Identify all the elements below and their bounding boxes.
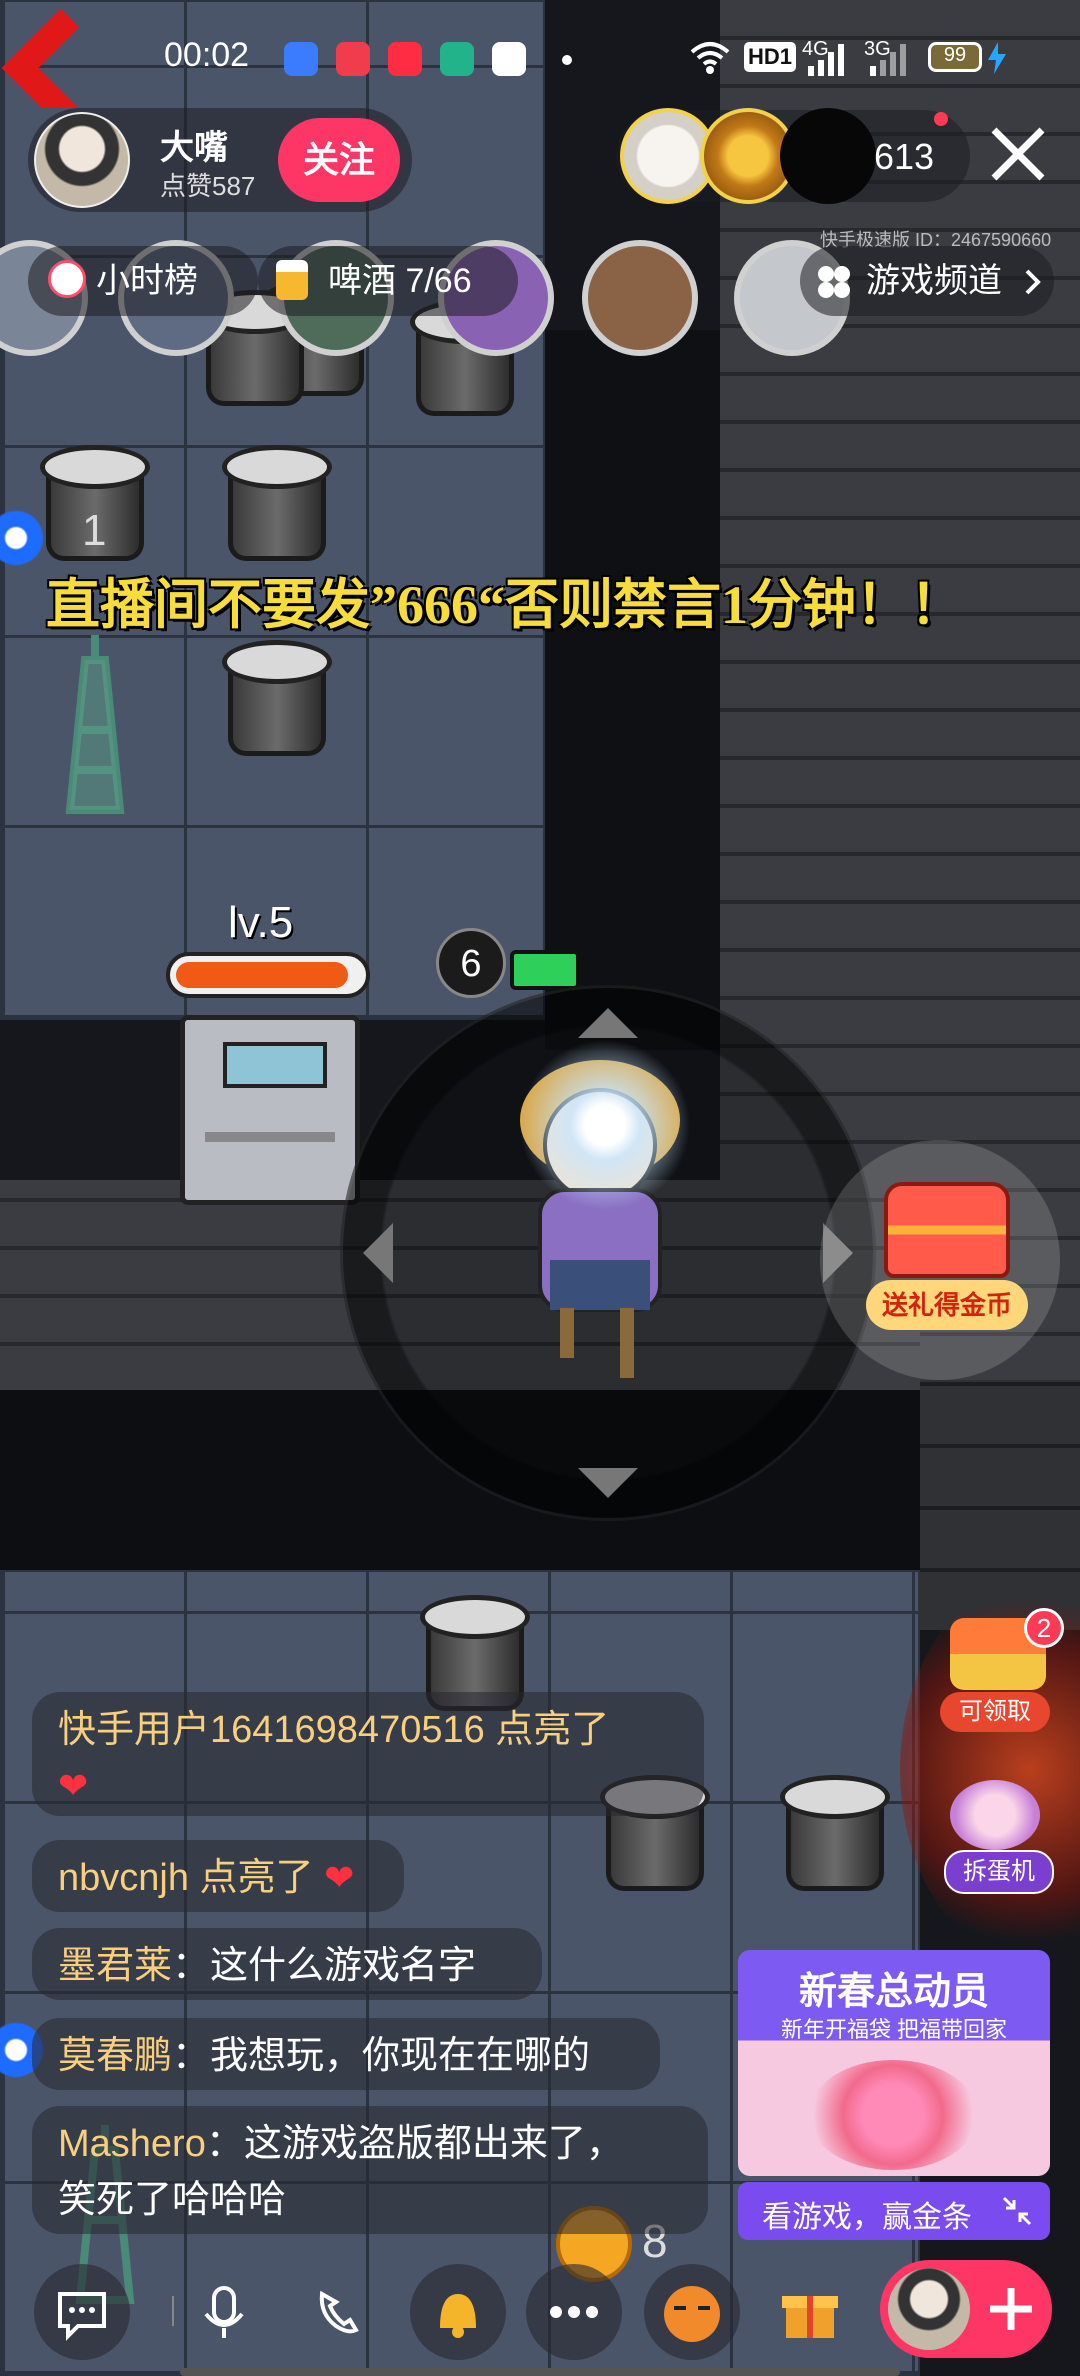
gift-box-button[interactable]: 送礼得金币 [820,1140,1060,1380]
promo-subtitle: 新年开福袋 把福带回家 [780,2017,1008,2042]
flash-effect [520,1040,690,1210]
bucket [780,1775,890,1895]
close-icon[interactable] [990,126,1046,182]
promo-cta-label: 看游戏，赢金条 [762,2201,972,2234]
tiger-gift-button[interactable] [644,2264,740,2360]
comment-item: 墨君莱：这什么游戏名字 [32,1928,542,2000]
chat-button[interactable] [34,2264,130,2360]
treasure-chest-icon [884,1182,1010,1278]
comment-text: 点亮了 [188,1857,314,1899]
notification-dot [562,55,572,65]
door-machine [180,1015,360,1205]
comment-username: 快手用户1641698470516 [58,1709,485,1751]
clover-icon [816,264,852,300]
wifi-icon [690,40,730,74]
battery-icon: 99 [928,42,982,72]
comment-item: 莫春鹏：我想玩，你现在在哪的 [32,2018,660,2090]
divider [172,2296,174,2326]
signal-icon [870,44,906,76]
promo-title: 新春总动员 [798,1971,989,2013]
egg-machine-icon [950,1780,1040,1850]
battery-level: 99 [943,44,967,66]
clock-icon [48,260,86,298]
viewer-avatar[interactable] [780,108,876,204]
announcement-text: 直播间不要发”666“否则禁言1分钟！！ [46,575,964,635]
claim-label: 可领取 [940,1692,1050,1732]
heart-icon: ❤ [324,1857,355,1898]
comment-username: Mashero [58,2123,206,2165]
more-button[interactable] [526,2264,622,2360]
clock: 00:02 [164,36,250,74]
beer-label: 啤酒 7/66 [328,262,472,300]
heart-icon: ❤ [58,1765,89,1806]
comment-item: Mashero：这游戏盗版都出来了， 笑死了哈哈哈 [32,2106,708,2234]
back-arrow-icon[interactable] [0,8,90,108]
plus-icon [984,2282,1038,2336]
comment-username: nbvcnjh [58,1857,189,1899]
beer-tag[interactable]: 啤酒 7/66 [258,246,518,316]
streamer-name: 大嘴 [160,129,228,167]
hd-badge: HD1 [744,42,797,72]
promo-card[interactable]: 新春总动员 新年开福袋 把福带回家 [738,1950,1050,2176]
ammo-counter-value: 6 [460,943,482,985]
viewer-count: 613 [874,136,935,177]
call-button[interactable] [290,2264,386,2360]
bucket [222,445,332,565]
streamer-likes: 点赞587 [160,171,256,201]
tower-icon [40,630,150,820]
health-bar [166,952,370,998]
user-avatar [888,2268,970,2350]
comment-item: nbvcnjh 点亮了 ❤ [32,1840,404,1912]
charging-icon [988,42,1006,74]
claim-reward-button[interactable]: 2 可领取 [940,1608,1070,1734]
level-label: lv.5 [228,898,294,947]
game-channel-label: 游戏频道 [866,262,1002,300]
bucket [222,640,332,760]
comment-text: ：这游戏盗版都出来了， [205,2123,624,2165]
comment-item: 快手用户1641698470516 点亮了 ❤ [32,1692,704,1816]
comment-username: 墨君莱 [58,1945,173,1987]
gift-box-label: 送礼得金币 [866,1280,1028,1330]
home-indicator [180,2368,900,2376]
follow-button[interactable]: 关注 [278,118,400,202]
comment-text: 点亮了 [484,1709,610,1751]
promo-illustration [808,2060,978,2170]
collapse-icon[interactable] [1000,2194,1034,2228]
beer-icon [276,260,308,300]
bell-gift-button[interactable] [410,2264,506,2360]
game-channel-tag[interactable]: 游戏频道 [800,246,1054,316]
egg-machine-button[interactable]: 拆蛋机 [930,1780,1070,1894]
hour-rank-label: 小时榜 [96,262,198,300]
chevron-right-icon [1024,268,1042,296]
hour-rank-tag[interactable]: 小时榜 [28,246,258,316]
comment-text-continued: 笑死了哈哈哈 [58,2179,287,2221]
gift-button[interactable] [762,2264,858,2360]
streamer-avatar[interactable] [34,112,130,208]
egg-machine-label: 拆蛋机 [944,1850,1054,1894]
app-notification-icons [284,42,544,80]
promo-cta-button[interactable]: 看游戏，赢金条 [738,2182,1050,2240]
viewer-badge-dot [934,112,948,126]
claim-badge: 2 [1024,1608,1064,1648]
share-button[interactable] [880,2260,1052,2358]
comment-text: ：我想玩，你现在在哪的 [172,2035,591,2077]
marker-count: 1 [82,506,107,555]
character-avatar [582,240,698,356]
comment-username: 莫春鹏 [58,2035,173,2077]
dark-gap [545,330,720,1050]
energy-bar [510,950,580,990]
status-bar: 00:02 HD1 4G 3G 99 [0,0,1080,110]
voice-button[interactable] [176,2264,272,2360]
comment-text: ：这什么游戏名字 [172,1945,477,1987]
signal-icon [808,44,844,76]
